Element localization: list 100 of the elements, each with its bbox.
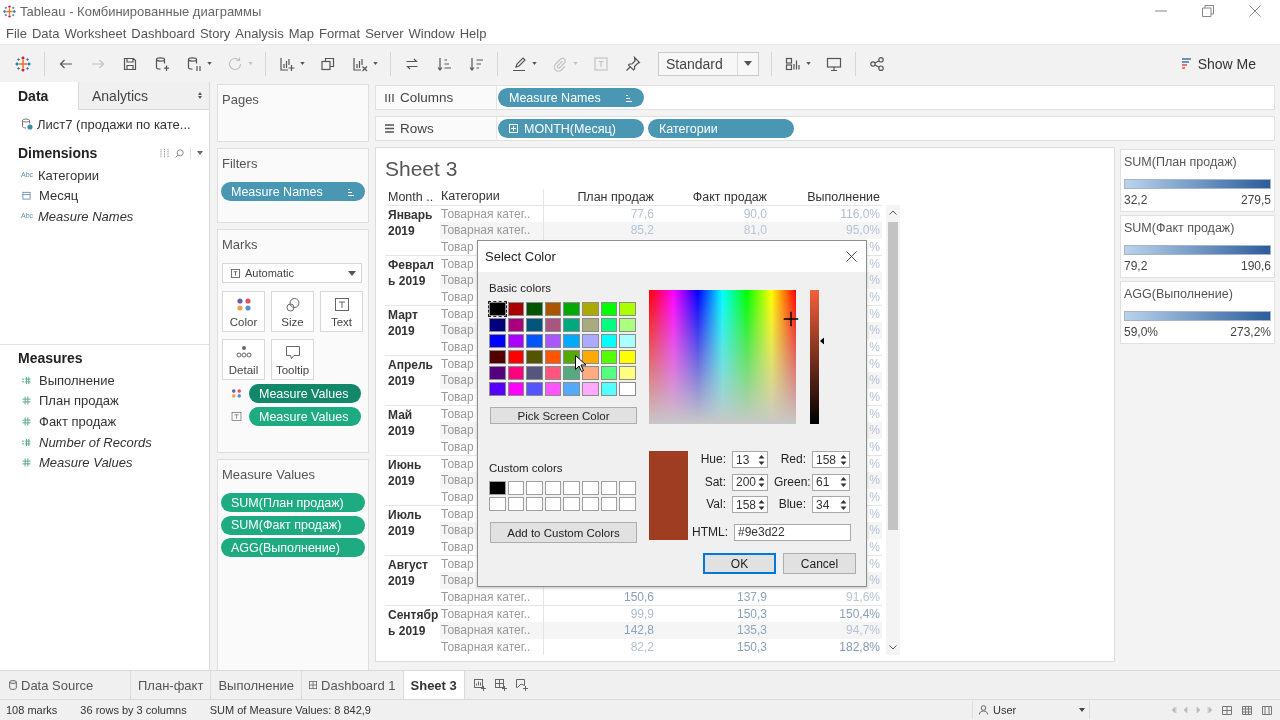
chart-plus-icon[interactable]	[279, 55, 295, 72]
mark-property-button[interactable]: Text	[320, 291, 363, 332]
color-swatch[interactable]	[525, 381, 544, 397]
color-swatch[interactable]	[543, 301, 563, 317]
color-swatch[interactable]	[599, 381, 619, 397]
caret-icon[interactable]	[348, 270, 356, 276]
new-sheet-icon[interactable]	[473, 679, 486, 691]
mark-type-dropdown[interactable]: Automatic	[222, 263, 362, 283]
color-swatch[interactable]	[599, 301, 619, 317]
color-swatch[interactable]	[488, 317, 507, 333]
logo-icon[interactable]	[15, 55, 31, 72]
number-field[interactable]: 34	[812, 496, 850, 513]
caret-icon[interactable]	[207, 62, 212, 65]
new-dashboard-icon[interactable]	[494, 679, 507, 691]
color-swatch[interactable]	[488, 480, 507, 496]
menu-item[interactable]: Server	[365, 25, 404, 41]
color-swatch[interactable]	[488, 333, 507, 349]
color-swatch[interactable]	[618, 480, 637, 496]
text-field[interactable]: #9e3d22	[734, 524, 851, 541]
vertical-scrollbar[interactable]	[886, 205, 900, 655]
spin-arrows-icon[interactable]	[758, 476, 765, 488]
color-swatch[interactable]	[506, 480, 526, 496]
color-swatch[interactable]	[562, 333, 581, 349]
color-swatch[interactable]	[543, 365, 563, 381]
color-swatch[interactable]	[580, 333, 600, 349]
field-name[interactable]: Number of Records	[39, 434, 152, 450]
field-name[interactable]: Measure Values	[39, 455, 133, 471]
close-icon[interactable]	[846, 251, 857, 262]
field-name[interactable]: Категории	[38, 167, 99, 183]
color-swatch[interactable]	[618, 333, 637, 349]
crosshair-icon[interactable]	[783, 311, 799, 327]
dialog-button[interactable]: OK	[703, 553, 776, 574]
color-swatch[interactable]	[506, 381, 526, 397]
grid-view-icon[interactable]	[1222, 705, 1232, 715]
tile-view-icon[interactable]	[1242, 705, 1252, 715]
color-swatch[interactable]	[599, 349, 619, 365]
color-swatch[interactable]	[580, 381, 600, 397]
pin-icon[interactable]	[625, 55, 641, 72]
caret-icon[interactable]	[1079, 708, 1085, 712]
color-swatch[interactable]	[488, 365, 507, 381]
color-swatch[interactable]	[543, 480, 563, 496]
database-pause-icon[interactable]	[186, 55, 202, 72]
caret-icon[interactable]	[532, 62, 537, 65]
color-swatch[interactable]	[506, 301, 526, 317]
sort-ascending-icon[interactable]	[436, 55, 452, 72]
mark-property-button[interactable]: Size	[271, 291, 314, 332]
color-swatch[interactable]	[488, 496, 507, 512]
color-swatch[interactable]	[525, 333, 544, 349]
color-swatch[interactable]	[525, 496, 544, 512]
color-swatch[interactable]	[525, 365, 544, 381]
color-swatch[interactable]	[618, 365, 637, 381]
field-pill[interactable]: Measure Values	[249, 384, 361, 403]
field-name[interactable]: Факт продаж	[39, 414, 117, 429]
chart-clear-icon[interactable]	[352, 55, 368, 72]
color-swatch[interactable]	[599, 496, 619, 512]
color-swatch[interactable]	[543, 317, 563, 333]
share-icon[interactable]	[869, 55, 885, 72]
film-strip-icon[interactable]	[1262, 705, 1272, 715]
color-swatch[interactable]	[488, 381, 507, 397]
caret-icon[interactable]	[197, 151, 203, 155]
color-swatch[interactable]	[506, 496, 526, 512]
color-swatch[interactable]	[562, 301, 581, 317]
field-name[interactable]: Месяц	[39, 188, 79, 204]
color-swatch[interactable]	[599, 480, 619, 496]
menu-item[interactable]: Worksheet	[64, 25, 127, 41]
sort-indicator-icon[interactable]	[347, 187, 355, 196]
caret-icon[interactable]	[300, 62, 305, 65]
color-swatch[interactable]	[543, 381, 563, 397]
color-swatch[interactable]	[562, 496, 581, 512]
menu-item[interactable]: File	[6, 25, 27, 41]
color-swatch[interactable]	[618, 381, 637, 397]
dialog-button[interactable]: Cancel	[783, 553, 856, 574]
color-swatch[interactable]	[543, 333, 563, 349]
number-field[interactable]: 13	[732, 451, 768, 468]
pick-color-button[interactable]: Pick Screen Color	[490, 407, 637, 424]
sort-descending-icon[interactable]	[468, 55, 484, 72]
menu-item[interactable]: Analysis	[235, 25, 284, 41]
color-swatch[interactable]	[562, 480, 581, 496]
menu-item[interactable]: Story	[199, 25, 231, 41]
color-swatch[interactable]	[506, 365, 526, 381]
color-swatch[interactable]	[599, 365, 619, 381]
pane-tab[interactable]: Analytics	[78, 82, 209, 110]
user-dropdown[interactable]: User	[972, 701, 1090, 719]
color-swatch[interactable]	[488, 301, 507, 317]
color-swatch[interactable]	[599, 333, 619, 349]
spin-arrows-icon[interactable]	[840, 498, 847, 511]
color-swatch[interactable]	[525, 349, 544, 365]
color-swatch[interactable]	[580, 496, 600, 512]
luminance-slider[interactable]	[810, 290, 824, 424]
color-swatch[interactable]	[618, 496, 637, 512]
sheet-tab[interactable]: Sheet 3	[403, 671, 465, 699]
color-swatch[interactable]	[580, 301, 600, 317]
restore-icon[interactable]	[1202, 5, 1214, 17]
chevron-up-icon[interactable]	[889, 210, 897, 215]
caret-icon[interactable]	[373, 62, 378, 65]
field-name[interactable]: План продаж	[39, 393, 119, 409]
color-swatch[interactable]	[525, 480, 544, 496]
caret-icon[interactable]	[744, 61, 752, 66]
cards-icon[interactable]	[785, 55, 801, 72]
pen-icon[interactable]	[511, 55, 527, 72]
